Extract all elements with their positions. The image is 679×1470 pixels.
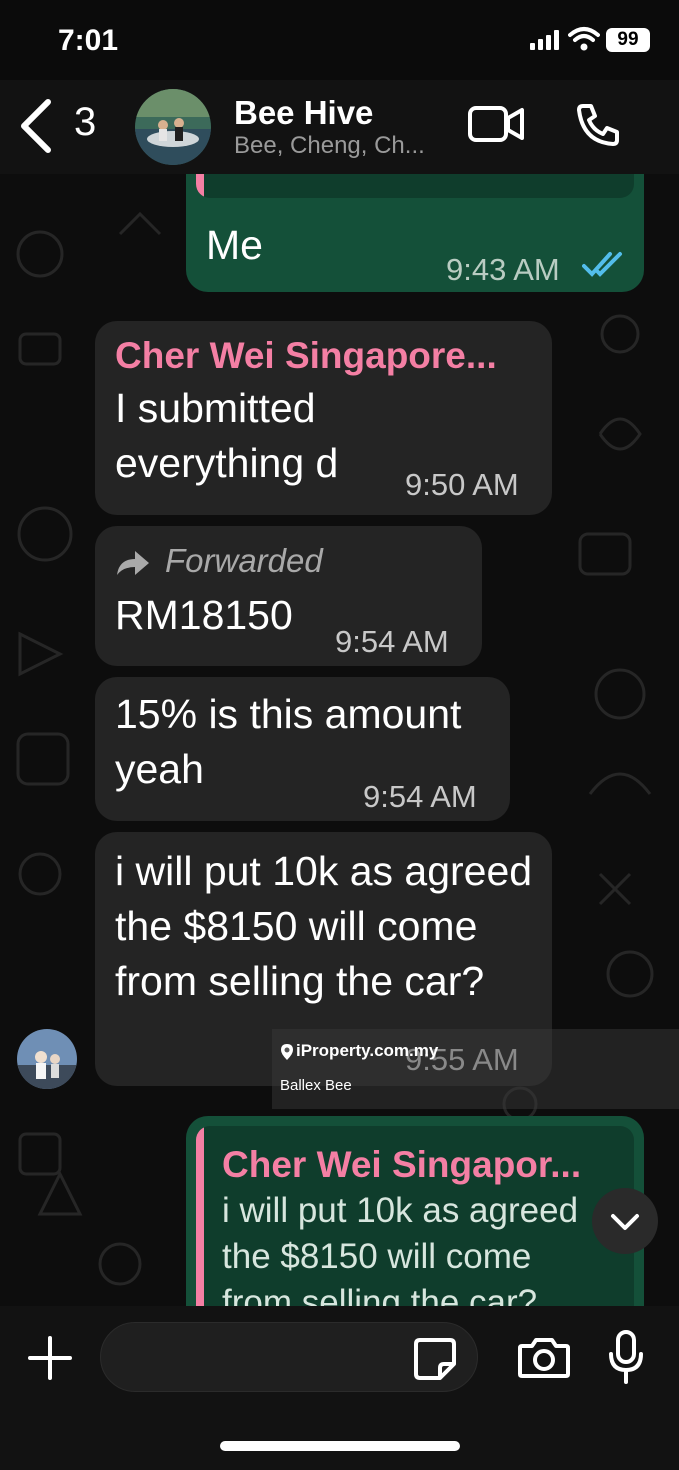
scroll-to-bottom-button[interactable] — [592, 1188, 658, 1254]
message-incoming[interactable]: Cher Wei Singapore... I submitted everyt… — [95, 321, 552, 515]
video-call-icon[interactable] — [468, 104, 526, 144]
chat-title[interactable]: Bee Hive — [234, 94, 373, 132]
sender-avatar[interactable] — [17, 1029, 77, 1089]
unread-count[interactable]: 3 — [74, 100, 96, 145]
message-text: Me — [206, 222, 263, 268]
group-avatar[interactable] — [135, 89, 211, 165]
camera-icon[interactable] — [518, 1336, 570, 1378]
chat-participants[interactable]: Bee, Cheng, Ch... — [234, 132, 425, 160]
watermark-site: iProperty.com.my — [296, 1041, 439, 1060]
home-indicator — [220, 1441, 460, 1451]
wifi-icon — [568, 27, 600, 51]
back-chevron-icon[interactable] — [18, 98, 54, 154]
watermark-overlay: iProperty.com.my Ballex Bee — [272, 1029, 679, 1109]
quoted-message[interactable] — [196, 174, 634, 198]
message-time: 9:54 AM — [363, 779, 477, 814]
chevron-down-icon — [611, 1214, 639, 1230]
quoted-text: i will put 10k as agreed the $8150 will … — [222, 1191, 579, 1306]
status-time: 7:01 — [58, 24, 119, 57]
message-outgoing[interactable]: Cher Wei Singapor... i will put 10k as a… — [186, 1116, 644, 1306]
message-text: RM18150 — [115, 592, 293, 638]
chat-header: 3 Bee Hive Bee, Cheng, Ch... — [0, 80, 679, 174]
message-incoming[interactable]: 15% is this amount yeah 9:54 AM — [95, 677, 510, 821]
message-list[interactable]: Me 9:43 AM Cher Wei Singapore... I submi… — [0, 174, 679, 1306]
forward-arrow-icon — [117, 551, 149, 576]
phone-icon[interactable] — [575, 102, 621, 148]
message-time: 9:54 AM — [335, 624, 449, 659]
forwarded-label: Forwarded — [115, 542, 323, 580]
battery-icon: 99 — [606, 28, 650, 52]
sender-name[interactable]: Cher Wei Singapore... — [115, 335, 497, 377]
message-outgoing[interactable]: Me 9:43 AM — [186, 174, 644, 292]
message-text: i will put 10k as agreed the $8150 will … — [115, 848, 533, 1004]
microphone-icon[interactable] — [608, 1330, 644, 1384]
message-time: 9:50 AM — [405, 467, 519, 502]
plus-icon[interactable] — [28, 1336, 72, 1380]
location-pin-icon — [281, 1044, 293, 1060]
quoted-sender: Cher Wei Singapor... — [222, 1144, 582, 1185]
watermark-name: Ballex Bee — [280, 1077, 352, 1094]
cellular-signal-icon — [530, 30, 559, 50]
message-text: I submitted everything d — [115, 385, 339, 486]
double-check-icon — [582, 252, 622, 277]
quoted-message[interactable]: Cher Wei Singapor... i will put 10k as a… — [196, 1126, 634, 1306]
message-time: 9:43 AM — [446, 252, 560, 287]
status-bar: 7:01 99 — [0, 0, 679, 80]
message-incoming-forwarded[interactable]: Forwarded RM18150 9:54 AM — [95, 526, 482, 666]
sticker-icon[interactable] — [414, 1338, 456, 1380]
